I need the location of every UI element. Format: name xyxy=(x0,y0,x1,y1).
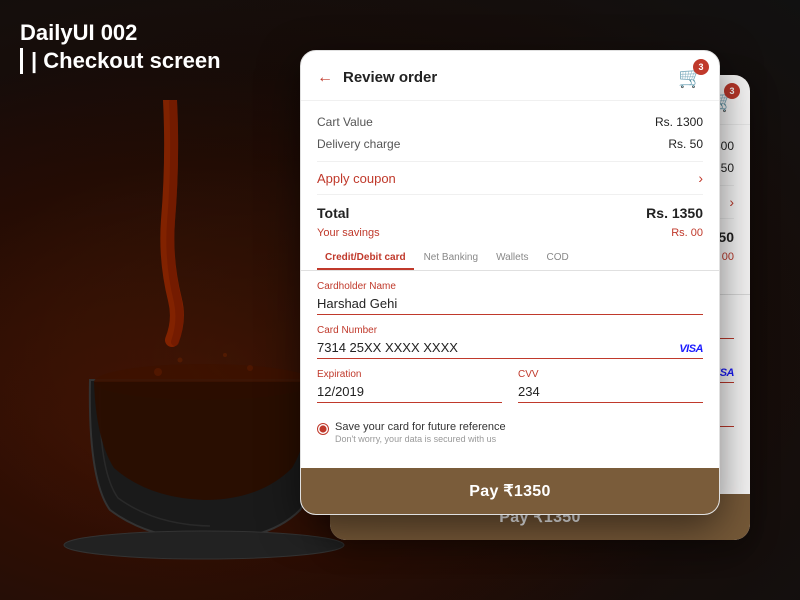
savings-label: Your savings xyxy=(317,227,380,239)
save-card-row: Save your card for future reference Don'… xyxy=(317,421,703,444)
cart-value-label: Cart Value xyxy=(317,115,373,129)
coupon-row[interactable]: Apply coupon › xyxy=(317,161,703,195)
card-number-label: Card Number xyxy=(317,325,703,336)
tab-cod[interactable]: COD xyxy=(538,247,576,270)
back-coupon-arrow-icon: › xyxy=(729,194,734,210)
payment-form: Cardholder Name Card Number VISA Expirat… xyxy=(317,271,703,444)
payment-tabs: Credit/Debit card Net Banking Wallets CO… xyxy=(301,247,719,271)
cart-value-amount: Rs. 1300 xyxy=(655,115,703,129)
page-title-line2: | Checkout screen xyxy=(20,48,221,74)
card-body: Cart Value Rs. 1300 Delivery charge Rs. … xyxy=(301,101,719,462)
back-arrow-front-icon[interactable]: ← xyxy=(317,69,333,87)
save-card-label: Save your card for future reference xyxy=(335,421,506,433)
expiry-label: Expiration xyxy=(317,369,502,380)
review-order-label-front: Review order xyxy=(343,69,437,86)
savings-value: Rs. 00 xyxy=(671,227,703,239)
expiry-field: Expiration xyxy=(317,369,502,403)
cvv-input[interactable] xyxy=(518,382,703,403)
pay-now-button[interactable]: Pay ₹1350 xyxy=(301,468,719,514)
page-title-area: DailyUI 002 | Checkout screen xyxy=(20,20,221,74)
delivery-label: Delivery charge xyxy=(317,137,400,151)
review-order-title: ← Review order xyxy=(317,69,437,87)
cards-wrapper: ← Review order 🛒 3 Cart Value Rs. 1300 D… xyxy=(300,50,780,570)
tab-wallets[interactable]: Wallets xyxy=(488,247,536,270)
cvv-field: CVV xyxy=(518,369,703,403)
card-header: ← Review order 🛒 3 xyxy=(301,51,719,101)
total-row: Total Rs. 1350 xyxy=(317,201,703,225)
cvv-label: CVV xyxy=(518,369,703,380)
page-title-line1: DailyUI 002 xyxy=(20,20,221,46)
card-front: ← Review order 🛒 3 Cart Value Rs. 1300 D… xyxy=(300,50,720,515)
coupon-arrow-icon: › xyxy=(698,170,703,186)
cardholder-name-input[interactable] xyxy=(317,294,703,315)
tab-credit-debit[interactable]: Credit/Debit card xyxy=(317,247,414,270)
card-number-field: Card Number VISA xyxy=(317,325,703,359)
total-value: Rs. 1350 xyxy=(646,205,703,221)
cardholder-field: Cardholder Name xyxy=(317,281,703,315)
tab-net-banking[interactable]: Net Banking xyxy=(416,247,486,270)
save-card-text-area: Save your card for future reference Don'… xyxy=(335,421,506,444)
delivery-row: Delivery charge Rs. 50 xyxy=(317,133,703,155)
expiry-input[interactable] xyxy=(317,382,502,403)
cart-count-badge: 3 xyxy=(724,83,740,99)
save-card-radio[interactable] xyxy=(317,423,329,435)
visa-logo-badge: VISA xyxy=(679,343,703,355)
cart-badge-front[interactable]: 🛒 3 xyxy=(678,65,703,90)
coupon-label: Apply coupon xyxy=(317,171,396,186)
cardholder-name-label: Cardholder Name xyxy=(317,281,703,292)
savings-row: Your savings Rs. 00 xyxy=(317,225,703,241)
delivery-value: Rs. 50 xyxy=(668,137,703,151)
expiry-cvv-row: Expiration CVV xyxy=(317,369,703,413)
cart-count-badge-front: 3 xyxy=(693,59,709,75)
card-number-input[interactable] xyxy=(317,338,703,359)
total-label: Total xyxy=(317,205,349,221)
cart-value-row: Cart Value Rs. 1300 xyxy=(317,111,703,133)
coffee-illustration xyxy=(10,100,350,560)
save-card-subtext: Don't worry, your data is secured with u… xyxy=(335,434,506,444)
